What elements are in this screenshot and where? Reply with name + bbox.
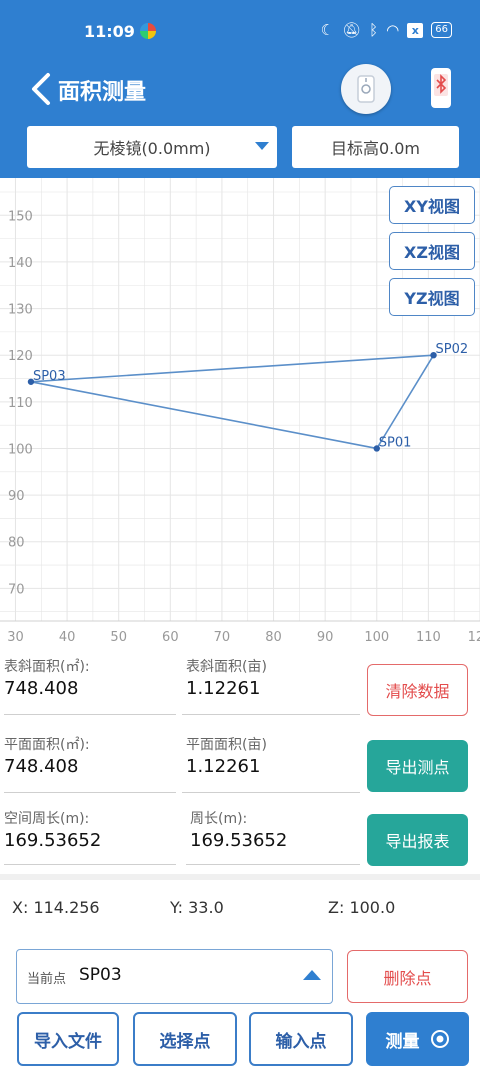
wifi-icon: ◠ [386,21,400,39]
y-coordinate: Y: 33.0 [170,898,224,917]
battery-icon: 66 [431,22,452,38]
x-tick-label: 30 [7,630,24,645]
space-perimeter-label: 空间周长(m): [4,811,90,827]
slope-area-m2-label: 表斜面积(㎡): [4,659,90,675]
plane-area-m2-value: 748.408 [4,756,79,777]
x-coordinate: X: 114.256 [12,898,100,917]
x-tick-label: 100 [364,630,389,645]
plane-area-mu-value: 1.12261 [186,756,261,777]
divider [182,792,360,793]
y-tick-label: 70 [8,582,25,597]
target-icon [430,1030,449,1048]
survey-point-label: SP01 [379,435,412,450]
divider [186,864,360,865]
measure-button[interactable]: 测量 [366,1012,469,1066]
y-tick-label: 120 [8,349,33,364]
divider [4,864,176,865]
z-coordinate: Z: 100.0 [328,898,396,917]
target-height-value: 目标高0.0m [330,139,421,158]
measure-label: 测量 [385,1031,420,1052]
x-tick-label: 80 [265,630,282,645]
status-time: 11:09 [84,22,135,41]
perimeter-value: 169.53652 [190,830,288,851]
current-point-dropdown[interactable]: 当前点 SP03 [16,949,333,1004]
plane-area-mu-label: 平面面积(亩) [186,737,267,753]
mute-icon: 🔕︎ [342,21,362,39]
perimeter-label: 周长(m): [190,811,248,827]
instrument-icon [357,75,375,103]
bluetooth-device-icon[interactable] [428,66,454,110]
polygon-edge [30,354,434,383]
y-tick-label: 140 [8,256,33,271]
settings-row: 无棱镜(0.0mm) 目标高0.0m [0,124,480,170]
y-tick-label: 110 [8,396,33,411]
x-tick-label: 110 [416,630,441,645]
slope-area-mu-value: 1.12261 [186,678,261,699]
app-notification-icon [140,23,156,39]
top-app-bar: 面积测量 [0,62,480,118]
yz-view-button[interactable]: YZ视图 [389,278,475,316]
gnss-device-button[interactable] [341,64,391,114]
y-tick-label: 80 [8,536,25,551]
x-tick-label: 90 [317,630,334,645]
status-bar: 11:09 ☾ 🔕︎ ᛒ ◠ x 66 [0,0,480,62]
status-icons: ☾ 🔕︎ ᛒ ◠ x 66 [321,21,452,39]
y-tick-label: 150 [8,209,33,224]
space-perimeter-value: 169.53652 [4,830,102,851]
clear-data-button[interactable]: 清除数据 [367,664,468,716]
current-point-value: SP03 [79,965,122,985]
x-tick-label: 120 [468,630,480,645]
section-divider [0,874,480,880]
moon-icon: ☾ [320,21,335,39]
prism-type-dropdown[interactable]: 无棱镜(0.0mm) [27,126,277,168]
x-tick-label: 40 [59,630,76,645]
bluetooth-status-icon: ᛒ [369,21,379,39]
back-arrow-icon[interactable] [28,71,58,107]
slope-area-m2-value: 748.408 [4,678,79,699]
x-tick-label: 70 [214,630,231,645]
caret-up-icon [303,970,321,980]
input-point-button[interactable]: 输入点 [249,1012,353,1066]
x-tick-label: 60 [162,630,179,645]
sim-icon: x [407,22,424,38]
current-point-label: 当前点 [27,972,67,987]
survey-point-label: SP02 [436,342,469,357]
xz-view-button[interactable]: XZ视图 [389,232,475,270]
plane-area-m2-label: 平面面积(㎡): [4,737,90,753]
export-points-button[interactable]: 导出测点 [367,740,468,792]
target-height-button[interactable]: 目标高0.0m [292,126,459,168]
y-tick-label: 90 [8,489,25,504]
slope-area-mu-label: 表斜面积(亩) [186,659,267,675]
app-screen: 11:09 ☾ 🔕︎ ᛒ ◠ x 66 面积测量 无棱镜(0.0mm) 目标高0… [0,0,480,1072]
divider [4,792,176,793]
page-title: 面积测量 [58,80,147,105]
xy-view-button[interactable]: XY视图 [389,186,475,224]
x-tick-label: 50 [110,630,127,645]
divider [182,714,360,715]
plot-area[interactable]: 30 40 50 60 70 80 90 100 110 120 150 140 130 120 110 10… [0,178,480,648]
prism-type-value: 无棱镜(0.0mm) [93,139,211,158]
divider [4,714,176,715]
metrics-panel: 表斜面积(㎡): 748.408 表斜面积(亩) 1.12261 清除数据 平面… [0,648,480,874]
y-tick-label: 100 [8,442,33,457]
select-point-button[interactable]: 选择点 [133,1012,237,1066]
export-report-button[interactable]: 导出报表 [367,814,468,866]
dropdown-caret-icon [255,142,269,150]
delete-point-button[interactable]: 删除点 [347,950,468,1003]
y-tick-label: 130 [8,303,33,318]
survey-point-label: SP03 [33,369,66,384]
import-file-button[interactable]: 导入文件 [17,1012,119,1066]
